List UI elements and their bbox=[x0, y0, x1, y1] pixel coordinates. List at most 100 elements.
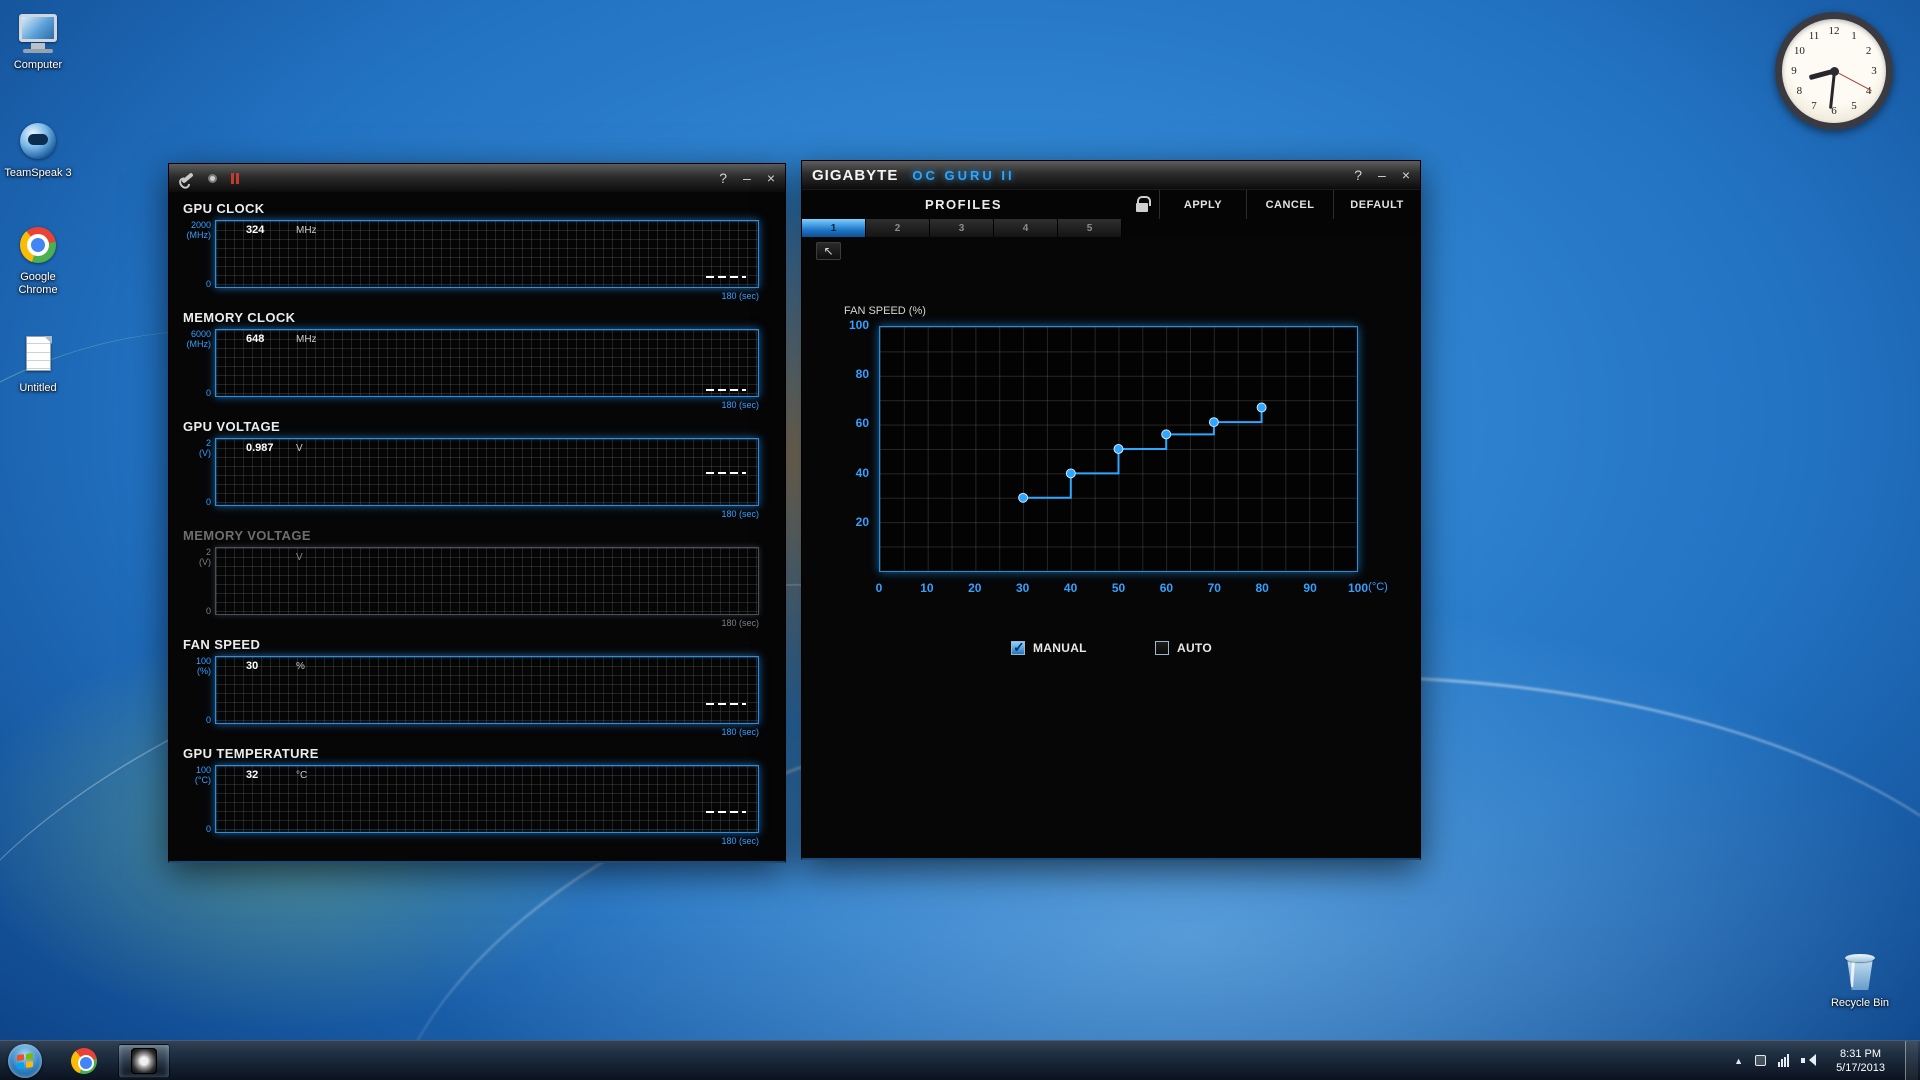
x-axis-label: 180 (sec) bbox=[721, 727, 759, 737]
manual-checkbox[interactable]: MANUAL bbox=[1011, 641, 1087, 655]
chrome-icon bbox=[71, 1048, 97, 1074]
clock-gadget[interactable]: 121234567891011 bbox=[1775, 12, 1893, 130]
current-value: 648 bbox=[246, 333, 264, 345]
help-button[interactable]: ? bbox=[719, 171, 727, 185]
taskbar-ocguru-button[interactable] bbox=[118, 1044, 170, 1078]
lock-profile-button[interactable] bbox=[1125, 190, 1159, 219]
cancel-button[interactable]: CANCEL bbox=[1247, 190, 1333, 219]
clock-numeral: 7 bbox=[1807, 100, 1821, 112]
profiles-heading: PROFILES bbox=[925, 197, 1002, 212]
pointer-arrow-button[interactable]: ↖ bbox=[816, 242, 841, 260]
desktop-icon-teamspeak[interactable]: TeamSpeak 3 bbox=[0, 118, 76, 180]
minimize-button[interactable]: – bbox=[1378, 168, 1386, 182]
current-value: 0.987 bbox=[246, 442, 274, 454]
auto-checkbox-box[interactable] bbox=[1155, 641, 1169, 655]
y-axis-min-label: 0 bbox=[169, 824, 211, 834]
desktop-icon-chrome[interactable]: Google Chrome bbox=[0, 222, 76, 297]
graph-title: MEMORY VOLTAGE bbox=[183, 528, 311, 543]
recycle-bin-icon bbox=[1837, 948, 1883, 994]
monitor-titlebar[interactable]: ? – × bbox=[169, 164, 785, 192]
auto-checkbox[interactable]: AUTO bbox=[1155, 641, 1212, 655]
graph-title: GPU CLOCK bbox=[183, 201, 265, 216]
fan-chart-y-tick: 40 bbox=[837, 466, 869, 480]
desktop-icon-label: Recycle Bin bbox=[1822, 997, 1898, 1010]
help-button[interactable]: ? bbox=[1354, 168, 1362, 182]
y-axis-max-label: 2(V) bbox=[169, 547, 211, 567]
record-icon[interactable] bbox=[208, 170, 217, 186]
main-titlebar[interactable]: GIGABYTE OC GURU II ? – × bbox=[802, 161, 1420, 189]
graph-title: MEMORY CLOCK bbox=[183, 310, 295, 325]
value-trace-line bbox=[706, 811, 746, 813]
graph-plot-area: 32 °C bbox=[215, 765, 759, 833]
taskbar-date: 5/17/2013 bbox=[1836, 1061, 1885, 1075]
fan-chart-y-tick: 80 bbox=[837, 367, 869, 381]
chevron-up-icon[interactable]: ▲ bbox=[1734, 1056, 1743, 1066]
y-axis-min-label: 0 bbox=[169, 715, 211, 725]
taskbar-clock[interactable]: 8:31 PM 5/17/2013 bbox=[1828, 1047, 1893, 1075]
windows-flag-icon bbox=[17, 1053, 33, 1069]
y-axis-min-label: 0 bbox=[169, 606, 211, 616]
manual-checkbox-box[interactable] bbox=[1011, 641, 1025, 655]
manual-checkbox-label: MANUAL bbox=[1033, 641, 1087, 655]
y-axis-min-label: 0 bbox=[169, 497, 211, 507]
y-axis-max-label: 6000(MHz) bbox=[169, 329, 211, 349]
fan-curve-node[interactable] bbox=[1209, 418, 1218, 427]
volume-icon[interactable] bbox=[1801, 1054, 1816, 1067]
value-trace-line bbox=[706, 389, 746, 391]
profile-tabs: 1 2 3 4 5 bbox=[802, 219, 1420, 237]
desktop-icon-computer[interactable]: Computer bbox=[0, 10, 76, 72]
profiles-header: PROFILES APPLY CANCEL DEFAULT bbox=[802, 189, 1420, 219]
close-button[interactable]: × bbox=[1402, 168, 1410, 182]
desktop-icon-recycle-bin[interactable]: Recycle Bin bbox=[1822, 948, 1898, 1010]
close-button[interactable]: × bbox=[767, 171, 775, 185]
taskbar-chrome-button[interactable] bbox=[58, 1044, 110, 1078]
pause-icon[interactable] bbox=[231, 170, 239, 186]
current-value: 324 bbox=[246, 224, 264, 236]
fan-curve-line bbox=[1023, 408, 1262, 498]
value-trace-line bbox=[706, 276, 746, 278]
graph-title: GPU TEMPERATURE bbox=[183, 746, 319, 761]
x-axis-label: 180 (sec) bbox=[721, 509, 759, 519]
default-button[interactable]: DEFAULT bbox=[1334, 190, 1420, 219]
current-value: 30 bbox=[246, 660, 258, 672]
profile-tab-4[interactable]: 4 bbox=[994, 219, 1058, 237]
wrench-icon[interactable] bbox=[181, 170, 194, 186]
fan-curve-node[interactable] bbox=[1162, 430, 1171, 439]
apply-button[interactable]: APPLY bbox=[1160, 190, 1246, 219]
minimize-button[interactable]: – bbox=[743, 171, 751, 185]
fan-curve-node[interactable] bbox=[1019, 493, 1028, 502]
fan-curve-plot[interactable] bbox=[879, 326, 1358, 572]
profile-tab-5[interactable]: 5 bbox=[1058, 219, 1122, 237]
clock-numeral: 3 bbox=[1867, 65, 1881, 77]
fan-chart-x-tick: 20 bbox=[961, 581, 989, 595]
clock-numeral: 1 bbox=[1847, 30, 1861, 42]
tray-app-icon[interactable] bbox=[1755, 1055, 1766, 1066]
fan-curve-svg bbox=[880, 327, 1357, 571]
clock-numeral: 9 bbox=[1787, 65, 1801, 77]
value-unit: °C bbox=[296, 770, 307, 781]
fan-chart-x-tick: 0 bbox=[865, 581, 893, 595]
fan-chart-x-tick: 90 bbox=[1296, 581, 1324, 595]
profile-tab-3[interactable]: 3 bbox=[930, 219, 994, 237]
fan-speed-chart-title: FAN SPEED (%) bbox=[844, 305, 926, 317]
show-desktop-button[interactable] bbox=[1905, 1041, 1918, 1080]
desktop-icon-label: Google Chrome bbox=[0, 271, 76, 297]
network-icon[interactable] bbox=[1778, 1054, 1789, 1067]
profile-tab-2[interactable]: 2 bbox=[866, 219, 930, 237]
chrome-icon bbox=[15, 222, 61, 268]
graph-plot-area: 0.987 V bbox=[215, 438, 759, 506]
document-icon bbox=[15, 333, 61, 379]
desktop-icon-untitled[interactable]: Untitled bbox=[0, 333, 76, 395]
fan-chart-x-tick: 80 bbox=[1248, 581, 1276, 595]
start-button[interactable] bbox=[8, 1044, 42, 1078]
fan-curve-node[interactable] bbox=[1066, 469, 1075, 478]
y-axis-min-label: 0 bbox=[169, 279, 211, 289]
clock-numeral: 12 bbox=[1827, 25, 1841, 37]
fan-curve-node[interactable] bbox=[1257, 403, 1266, 412]
fan-curve-node[interactable] bbox=[1114, 445, 1123, 454]
x-axis-label: 180 (sec) bbox=[721, 618, 759, 628]
profile-tab-1[interactable]: 1 bbox=[802, 219, 866, 237]
system-tray: ▲ 8:31 PM 5/17/2013 bbox=[1734, 1041, 1920, 1080]
graph-plot-area: 324 MHz bbox=[215, 220, 759, 288]
memory-voltage-graph: MEMORY VOLTAGE 2(V) V 0 180 (sec) bbox=[169, 527, 785, 636]
